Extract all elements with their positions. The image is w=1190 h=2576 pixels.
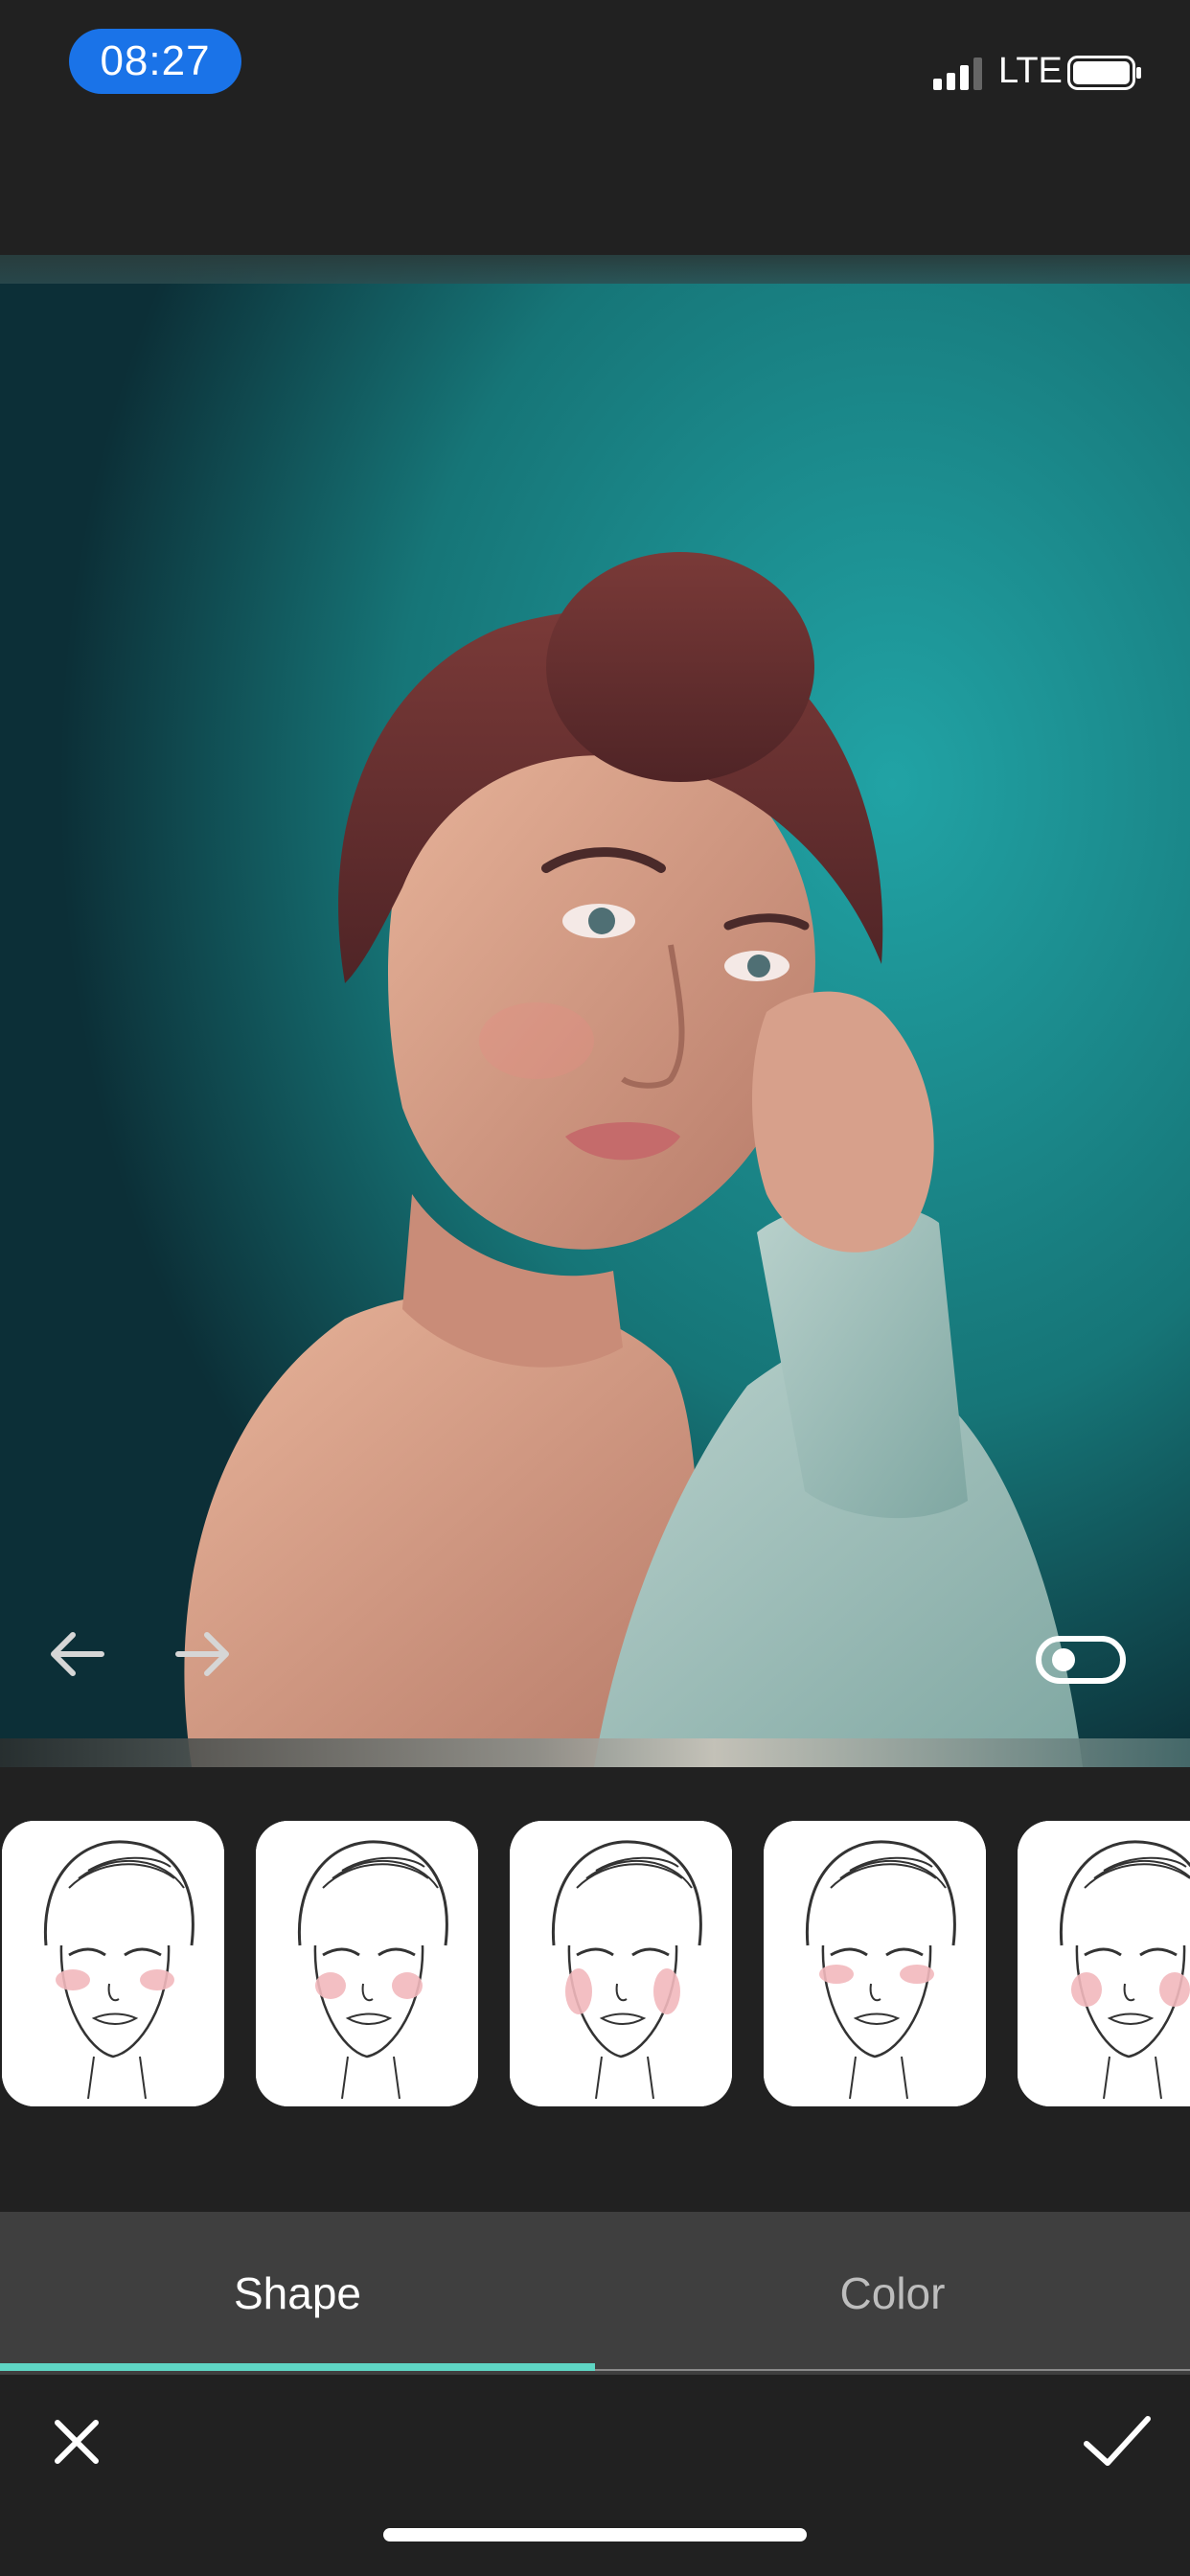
home-indicator[interactable] xyxy=(383,2528,807,2542)
tab-color[interactable]: Color xyxy=(595,2212,1190,2375)
face-blush-icon xyxy=(764,1821,986,2106)
status-bar: 08:27 LTE xyxy=(0,0,1190,134)
compare-toggle-icon[interactable] xyxy=(1035,1635,1127,1685)
check-icon[interactable] xyxy=(1073,2404,1159,2480)
bottom-action-bar xyxy=(0,2375,1190,2576)
thumbnail-1[interactable] xyxy=(2,1821,224,2106)
face-blush-icon xyxy=(2,1821,224,2106)
thumbnail-2[interactable] xyxy=(256,1821,478,2106)
photo-bottom-edge xyxy=(0,1738,1190,1767)
blush-shape-thumbnails xyxy=(0,1821,1190,2108)
thumbnail-3[interactable] xyxy=(510,1821,732,2106)
face-blush-icon xyxy=(1018,1821,1190,2106)
tab-divider-line xyxy=(595,2369,1190,2371)
close-icon[interactable] xyxy=(38,2404,115,2480)
network-type: LTE xyxy=(998,51,1063,91)
arrow-left-icon[interactable] xyxy=(38,1616,115,1692)
portrait-image xyxy=(0,255,1190,1767)
arrow-right-icon[interactable] xyxy=(165,1616,241,1692)
tab-shape[interactable]: Shape xyxy=(0,2212,595,2375)
status-time: 08:27 xyxy=(69,29,241,94)
battery-icon xyxy=(1067,56,1141,90)
face-blush-icon xyxy=(510,1821,732,2106)
face-blush-icon xyxy=(256,1821,478,2106)
active-tab-indicator xyxy=(0,2363,595,2371)
tab-bar: Shape Color xyxy=(0,2212,1190,2375)
photo-preview[interactable] xyxy=(0,255,1190,1767)
photo-top-shadow xyxy=(0,255,1190,284)
thumbnail-5[interactable] xyxy=(1018,1821,1190,2106)
signal-icon xyxy=(933,58,982,90)
thumbnail-4[interactable] xyxy=(764,1821,986,2106)
